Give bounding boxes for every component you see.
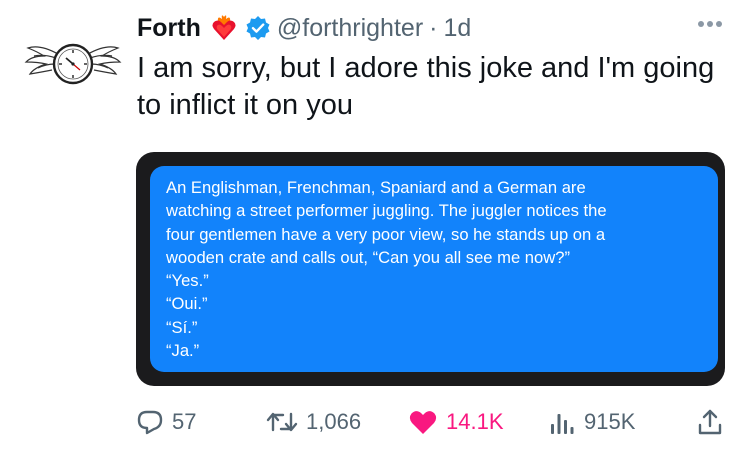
message-line: “Yes.” xyxy=(166,271,209,291)
views-button[interactable]: 915K xyxy=(548,402,635,442)
verified-badge-icon xyxy=(245,15,271,41)
message-bubble: An Englishman, Frenchman, Spaniard and a… xyxy=(150,166,718,372)
avatar[interactable] xyxy=(22,14,124,108)
message-line: four gentlemen have a very poor view, so… xyxy=(166,224,606,244)
reply-count: 57 xyxy=(172,409,197,434)
action-bar: 57 1,066 14.1K 915K xyxy=(136,402,730,442)
more-options-icon[interactable] xyxy=(690,14,730,34)
like-button[interactable]: 14.1K xyxy=(408,402,504,442)
share-button[interactable] xyxy=(696,402,724,442)
repost-icon xyxy=(266,412,298,432)
repost-button[interactable]: 1,066 xyxy=(266,402,361,442)
share-icon xyxy=(698,409,722,435)
tweet-time[interactable]: 1d xyxy=(443,14,471,43)
separator-dot: · xyxy=(429,13,438,42)
tweet-header: Forth @forthrighter · 1d xyxy=(137,8,471,48)
tweet-media[interactable]: An Englishman, Frenchman, Spaniard and a… xyxy=(136,152,725,386)
more-dot xyxy=(698,21,704,27)
repost-count: 1,066 xyxy=(306,409,362,434)
winged-clock-avatar-icon xyxy=(24,43,122,85)
author-handle[interactable]: @forthrighter xyxy=(277,14,423,43)
author-name[interactable]: Forth xyxy=(137,14,201,43)
message-line: An Englishman, Frenchman, Spaniard and a… xyxy=(166,178,586,197)
message-line: wooden crate and calls out, “Can you all… xyxy=(166,247,571,267)
message-line: watching a street performer juggling. Th… xyxy=(166,201,607,221)
heart-on-fire-icon xyxy=(209,13,239,43)
reply-icon xyxy=(137,410,163,435)
views-icon xyxy=(551,414,574,434)
tweet-text: I am sorry, but I adore this joke and I'… xyxy=(137,52,715,121)
message-line: “Ja.” xyxy=(166,341,200,361)
reply-button[interactable]: 57 xyxy=(136,402,196,442)
like-heart-icon xyxy=(409,411,437,434)
more-dot xyxy=(716,21,722,27)
views-count: 915K xyxy=(584,409,636,434)
message-line: “Sí.” xyxy=(166,317,198,337)
message-line: “Oui.” xyxy=(166,294,208,314)
like-count: 14.1K xyxy=(446,409,504,434)
more-dot xyxy=(707,21,713,27)
